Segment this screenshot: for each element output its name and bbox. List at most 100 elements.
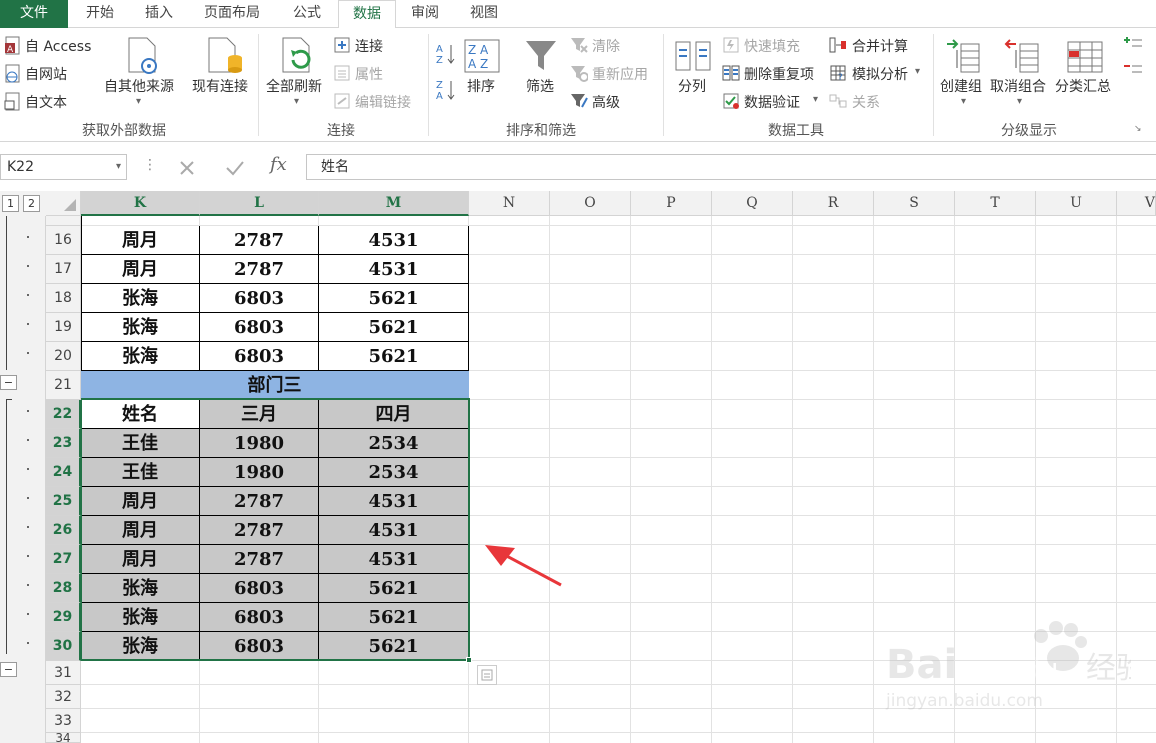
svg-text:A: A: [436, 44, 443, 55]
svg-text:jingyan.baidu.com: jingyan.baidu.com: [885, 691, 1043, 711]
existing-connections-button[interactable]: 现有连接: [192, 76, 248, 96]
column-header-t[interactable]: T: [955, 191, 1036, 216]
row-header[interactable]: 17: [46, 255, 81, 284]
tab-page-layout[interactable]: 页面布局: [192, 0, 272, 28]
name-box[interactable]: K22 ▾: [0, 154, 127, 180]
svg-text:Z: Z: [436, 55, 443, 66]
cell[interactable]: 2787: [200, 226, 319, 255]
column-header-n[interactable]: N: [469, 191, 550, 216]
cell[interactable]: 张海: [81, 313, 200, 342]
tab-data[interactable]: 数据: [338, 0, 396, 29]
outline-level-1-button[interactable]: 1: [2, 195, 19, 212]
cell[interactable]: 4531: [319, 255, 469, 284]
refresh-all-button[interactable]: 全部刷新: [266, 76, 322, 96]
column-header-u[interactable]: U: [1036, 191, 1117, 216]
row-header[interactable]: 26: [46, 516, 81, 545]
column-header-s[interactable]: S: [874, 191, 955, 216]
tab-review[interactable]: 审阅: [400, 0, 450, 28]
column-header-m[interactable]: M: [319, 191, 469, 216]
column-header-r[interactable]: R: [793, 191, 874, 216]
row-header[interactable]: 16: [46, 226, 81, 255]
row-header[interactable]: 34: [46, 733, 81, 743]
formula-input[interactable]: 姓名: [306, 154, 1156, 180]
row-header[interactable]: 24: [46, 458, 81, 487]
dialog-launcher-icon[interactable]: ↘: [1134, 124, 1142, 134]
from-access-button[interactable]: 自 Access: [25, 36, 91, 56]
worksheet-grid[interactable]: 周月 2787 4531 周月 2787 4531 张海 6803 5621 张…: [81, 216, 1156, 743]
row-header[interactable]: 23: [46, 429, 81, 458]
sort-button[interactable]: 排序: [467, 76, 495, 96]
row-header[interactable]: 22: [46, 400, 81, 429]
column-header-o[interactable]: O: [550, 191, 631, 216]
row-header[interactable]: 32: [46, 685, 81, 709]
department-header-cell[interactable]: 部门三: [81, 371, 469, 400]
cell[interactable]: 4531: [319, 226, 469, 255]
collapse-group-button[interactable]: −: [0, 662, 17, 677]
quick-analysis-icon[interactable]: [477, 665, 497, 685]
svg-text:Bai: Bai: [886, 642, 957, 688]
ungroup-button[interactable]: 取消组合: [990, 76, 1046, 96]
remove-duplicates-button[interactable]: 删除重复项: [744, 64, 814, 84]
row-header[interactable]: 21: [46, 371, 81, 400]
cell[interactable]: 6803: [200, 284, 319, 313]
chevron-down-icon: ▾: [136, 96, 142, 107]
cell[interactable]: 2787: [200, 255, 319, 284]
insert-function-icon[interactable]: fx: [270, 154, 287, 175]
what-if-analysis-button[interactable]: 模拟分析: [852, 64, 908, 84]
relationships-button[interactable]: 关系: [852, 92, 880, 112]
row-header[interactable]: 29: [46, 603, 81, 632]
svg-text:经验: 经验: [1086, 651, 1131, 686]
outline-level-2-button[interactable]: 2: [23, 195, 40, 212]
cell[interactable]: 周月: [81, 255, 200, 284]
tab-file[interactable]: 文件: [0, 0, 68, 28]
tab-view[interactable]: 视图: [456, 0, 512, 28]
row-header[interactable]: 33: [46, 709, 81, 733]
column-header-v[interactable]: V: [1117, 191, 1156, 216]
column-header-p[interactable]: P: [631, 191, 712, 216]
text-to-columns-button[interactable]: 分列: [678, 76, 706, 96]
select-all-corner[interactable]: [46, 191, 81, 216]
from-other-sources-button[interactable]: 自其他来源: [104, 76, 174, 96]
row-header[interactable]: 27: [46, 545, 81, 574]
row-header[interactable]: 31: [46, 661, 81, 685]
row-header[interactable]: 20: [46, 342, 81, 371]
properties-button[interactable]: 属性: [355, 64, 383, 84]
filter-button[interactable]: 筛选: [526, 76, 554, 96]
flash-fill-button[interactable]: 快速填充: [744, 36, 800, 56]
from-text-button[interactable]: 自文本: [25, 92, 67, 112]
column-header-l[interactable]: L: [200, 191, 319, 216]
from-web-button[interactable]: 自网站: [25, 64, 67, 84]
column-header-k[interactable]: K: [81, 191, 200, 216]
refresh-all-icon: [282, 37, 311, 73]
cell[interactable]: 张海: [81, 342, 200, 371]
fill-handle[interactable]: [466, 657, 472, 663]
edit-links-button[interactable]: 编辑链接: [355, 92, 411, 112]
tab-insert[interactable]: 插入: [131, 0, 187, 28]
reapply-button[interactable]: 重新应用: [592, 64, 648, 84]
collapse-group-button[interactable]: −: [0, 375, 17, 390]
row-header[interactable]: 18: [46, 284, 81, 313]
row-header[interactable]: 28: [46, 574, 81, 603]
cell[interactable]: 5621: [319, 313, 469, 342]
cancel-icon[interactable]: [178, 159, 196, 177]
group-button[interactable]: 创建组: [940, 76, 982, 96]
tab-formulas[interactable]: 公式: [279, 0, 335, 28]
cell[interactable]: 5621: [319, 342, 469, 371]
row-header[interactable]: 25: [46, 487, 81, 516]
row-header[interactable]: 19: [46, 313, 81, 342]
enter-icon[interactable]: [225, 159, 245, 177]
advanced-button[interactable]: 高级: [592, 92, 620, 112]
cell[interactable]: 周月: [81, 226, 200, 255]
cell[interactable]: 5621: [319, 284, 469, 313]
subtotal-button[interactable]: 分类汇总: [1055, 76, 1111, 96]
row-header[interactable]: 30: [46, 632, 81, 661]
column-header-q[interactable]: Q: [712, 191, 793, 216]
clear-button[interactable]: 清除: [592, 36, 620, 56]
cell[interactable]: 张海: [81, 284, 200, 313]
data-validation-button[interactable]: 数据验证: [744, 92, 800, 112]
cell[interactable]: 6803: [200, 342, 319, 371]
consolidate-button[interactable]: 合并计算: [852, 36, 908, 56]
connections-button[interactable]: 连接: [355, 36, 383, 56]
cell[interactable]: 6803: [200, 313, 319, 342]
tab-home[interactable]: 开始: [72, 0, 128, 28]
